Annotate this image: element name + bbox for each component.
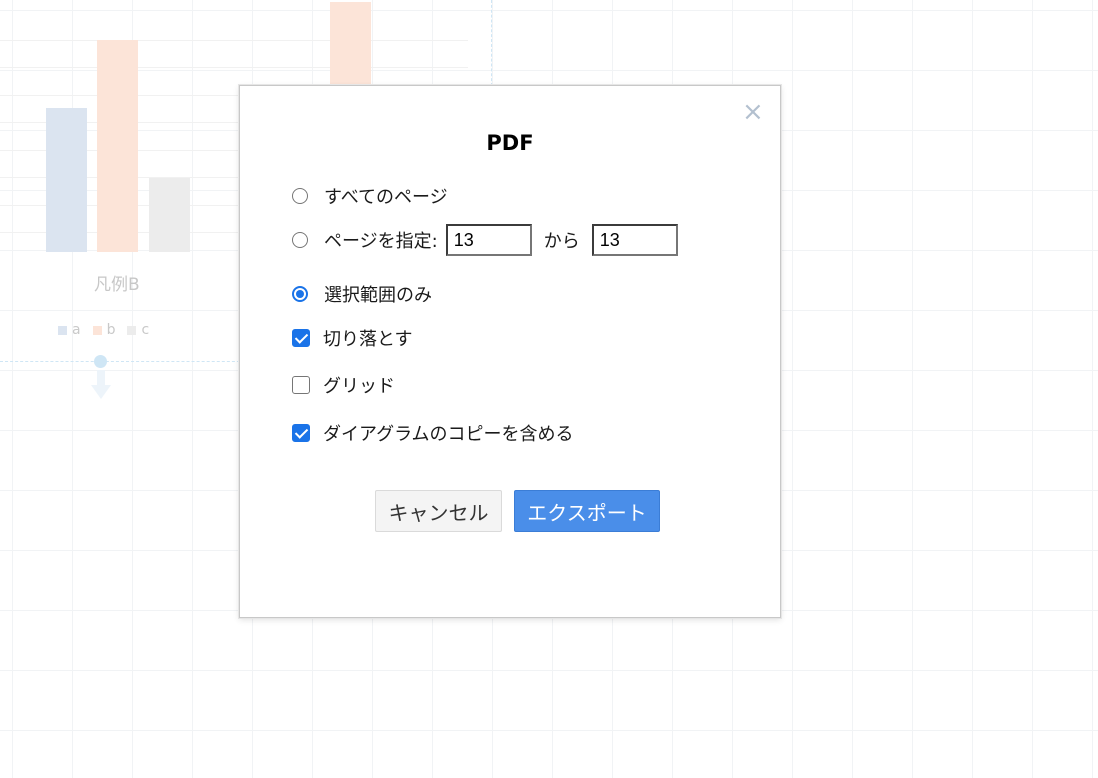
- connection-arrow-icon: [91, 385, 111, 399]
- option-all-pages[interactable]: すべてのページ: [292, 183, 448, 209]
- legend-swatch-b: [92, 325, 102, 335]
- chart-legend: a b c: [58, 322, 149, 338]
- chart-gridline: [0, 67, 468, 68]
- cancel-button[interactable]: キャンセル: [375, 490, 502, 532]
- chart-bar-a: [46, 108, 87, 252]
- radio-all-pages[interactable]: [292, 188, 308, 204]
- option-all-pages-label: すべてのページ: [324, 187, 448, 208]
- checkbox-grid-row[interactable]: グリッド: [292, 372, 395, 398]
- radio-selection-only[interactable]: [292, 286, 308, 302]
- legend-label-a: a: [72, 322, 81, 338]
- page-from-input[interactable]: [445, 224, 532, 256]
- checkbox-include-copy[interactable]: [292, 424, 310, 442]
- selection-guide-vertical: [491, 0, 492, 86]
- dialog-title: PDF: [486, 131, 534, 155]
- checkbox-include-copy-row[interactable]: ダイアグラムのコピーを含める: [292, 420, 574, 446]
- legend-label-b: b: [106, 322, 116, 338]
- legend-swatch-c: [127, 325, 137, 335]
- checkbox-include-copy-label: ダイアグラムのコピーを含める: [323, 424, 574, 445]
- pdf-export-dialog: × PDF すべてのページ ページを指定: から 選択範囲のみ 切り落とす グリ…: [239, 85, 781, 618]
- page-to-input[interactable]: [591, 224, 678, 256]
- radio-page-range[interactable]: [292, 232, 308, 248]
- chart-group-label: 凡例B: [94, 275, 140, 295]
- checkbox-crop-row[interactable]: 切り落とす: [292, 325, 412, 351]
- chart-bar-b: [97, 40, 138, 252]
- legend-swatch-a: [58, 325, 67, 335]
- close-icon[interactable]: ×: [742, 99, 764, 125]
- chart-gridline: [0, 40, 468, 41]
- legend-label-c: c: [141, 322, 150, 338]
- checkbox-crop[interactable]: [292, 329, 310, 347]
- checkbox-grid-label: グリッド: [323, 376, 395, 397]
- chart-bar-c: [149, 178, 190, 252]
- chart-bar-b-2: [330, 2, 371, 86]
- selection-handle[interactable]: [94, 355, 107, 368]
- option-page-range: ページを指定: から: [292, 224, 678, 256]
- connection-arrow-stem: [97, 370, 105, 386]
- legend-item-b: b: [92, 322, 116, 338]
- checkbox-crop-label: 切り落とす: [323, 329, 413, 350]
- page-range-separator: から: [543, 231, 580, 252]
- option-page-range-label: ページを指定:: [324, 231, 438, 252]
- legend-item-c: c: [127, 322, 149, 338]
- checkbox-grid[interactable]: [292, 376, 310, 394]
- option-selection-only-label: 選択範囲のみ: [324, 285, 432, 306]
- export-button[interactable]: エクスポート: [514, 490, 660, 532]
- selection-guide-horizontal: [0, 361, 250, 362]
- option-selection-only[interactable]: 選択範囲のみ: [292, 281, 432, 307]
- legend-item-a: a: [58, 322, 81, 338]
